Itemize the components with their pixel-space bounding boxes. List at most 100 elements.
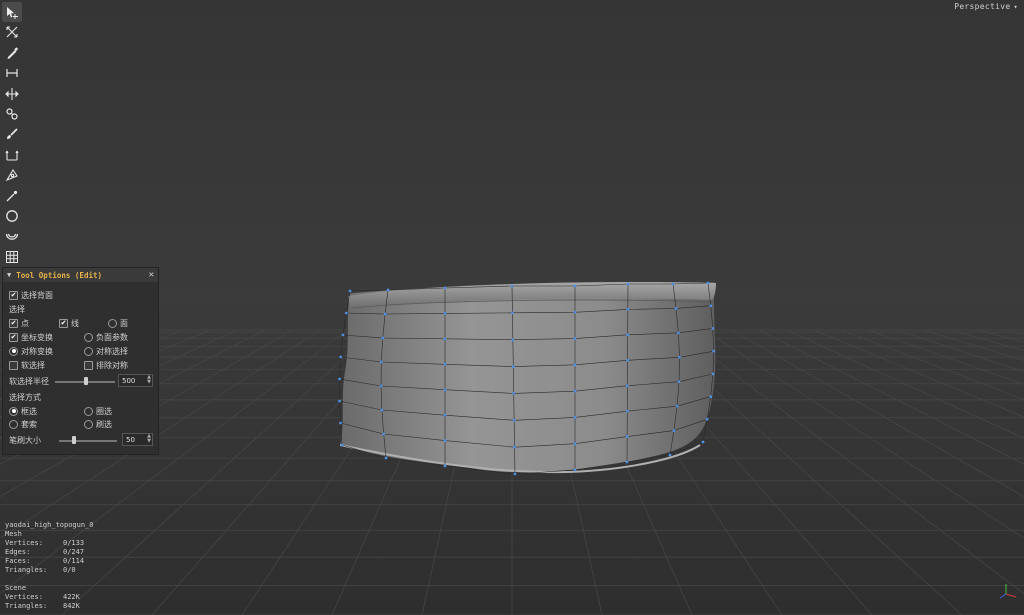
brush-size-label: 笔刷大小 [9,435,41,445]
mesh-vertex [511,338,515,342]
brush-size-input[interactable]: 50 ▲ ▼ [122,433,153,446]
checkbox-empty-icon [84,360,93,370]
left-toolbar [2,2,22,267]
mesh-vertex [573,389,577,393]
knife-icon[interactable] [2,186,22,206]
checkbox-check-icon: ✔ [9,332,18,342]
mesh-vertex [384,456,388,460]
mesh-vertex [510,284,514,288]
mesh-vertex [383,312,387,316]
mesh-vertex [626,333,630,337]
mesh-vertex [674,307,678,310]
mesh-vertex [443,439,447,442]
mesh-vertex [382,432,386,436]
checkbox-check-icon: ✔ [59,318,68,328]
soft-select-checkbox[interactable]: 软选择 [9,359,45,371]
move-icon[interactable] [2,84,22,104]
spinner-arrows-icon[interactable]: ▲ ▼ [147,434,151,444]
mesh-vertex [706,281,710,285]
mesh-vertex [381,336,385,340]
grid-line [868,329,1024,385]
exclude-sym-checkbox[interactable]: 排除对称 [84,359,128,371]
measure-icon[interactable] [2,63,22,83]
soft-radius-slider-handle[interactable] [84,377,89,385]
transform-icon[interactable] [2,22,22,42]
point-checkbox[interactable]: ✔ 点 [9,317,29,329]
mesh-vertex [338,399,341,403]
mesh-vertex [573,442,577,446]
radio-empty-icon [108,318,117,328]
select-section-label: 选择 [9,304,25,314]
mesh-vertex [348,289,352,293]
grid-line [676,329,1024,595]
radio-selected-icon [9,406,18,416]
mesh-vertex [573,337,577,340]
grid-line [731,329,1024,497]
camera-menu[interactable]: Perspective ▾ [954,2,1018,11]
mesh-vertex [339,355,343,359]
negative-param-checkbox[interactable]: 负面参数 [84,331,128,343]
brush-size-slider-handle[interactable] [71,436,76,444]
mesh-vertex [712,349,716,353]
brush-select-radio[interactable]: 刷选 [84,418,112,430]
select-arrow-icon[interactable] [2,2,22,22]
mesh-vertex [380,408,384,412]
face-radio[interactable]: 面 [108,317,128,329]
spinner-arrows-icon[interactable]: ▲ ▼ [147,375,151,385]
grid-line [978,329,1024,343]
mesh-vertex [344,311,348,315]
grid-line [813,329,1024,418]
select-mode-label: 选择方式 [9,392,41,402]
mesh-vertex [443,413,447,417]
brush-size-slider[interactable] [59,440,117,442]
mesh-object [338,281,716,476]
mesh-vertex [705,417,709,421]
soft-radius-label: 软选择半径 [9,376,49,386]
grid-line [786,329,1024,439]
grid-icon[interactable] [2,247,22,267]
select-back-checkbox[interactable]: ✔ 选择背面 [9,289,53,301]
lasso-radio[interactable]: 套索 [9,418,37,430]
circle-icon[interactable] [2,206,22,226]
mesh-vertex [379,384,383,388]
panel-header[interactable]: ▼ Tool Options (Edit) ✕ [3,268,158,282]
mesh-vertex [443,388,447,392]
stat-row: Triangles: 842K [5,602,80,610]
brush-icon[interactable] [2,124,22,144]
grid-line [923,329,1024,361]
mesh-vertex [626,358,629,362]
panel-title: Tool Options (Edit) [16,270,103,280]
mesh-vertex [340,443,344,447]
mesh-stats: yaodai_high_topogun_0 Mesh Vertices: 0/13… [5,521,94,611]
mesh-vertex [443,362,447,366]
bowl-icon[interactable] [2,226,22,246]
object-name: yaodai_high_topogun_0 [5,521,94,529]
paint-pencil-icon[interactable] [2,43,22,63]
scale-icon[interactable] [2,145,22,165]
mesh-vertex [671,282,675,286]
mesh-vertex [711,327,715,330]
close-icon[interactable]: ✕ [149,270,154,280]
coord-transform-checkbox[interactable]: ✔ 坐标变换 [9,331,53,343]
chain-link-icon[interactable] [2,104,22,124]
camera-label: Perspective [954,2,1011,11]
mesh-vertex [513,445,516,449]
mesh-vertex [573,468,577,472]
sym-select-radio[interactable]: 对称选择 [84,345,128,357]
circle-select-radio[interactable]: 圈选 [84,405,112,417]
soft-radius-input[interactable]: 500 ▲ ▼ [118,374,153,387]
mesh-vertex [513,472,517,476]
radio-empty-icon [84,419,93,429]
mesh-vertex [701,440,705,444]
mesh-vertex [573,310,577,314]
stat-row: Edges: 0/247 [5,548,85,556]
collapse-triangle-icon[interactable]: ▼ [7,271,11,279]
line-checkbox[interactable]: ✔ 线 [59,317,79,329]
pen-nib-icon[interactable] [2,165,22,185]
mesh-vertex [626,308,630,311]
box-select-radio[interactable]: 框选 [9,405,37,417]
grid-line [950,329,1024,352]
checkbox-empty-icon [9,360,18,370]
sym-transform-radio[interactable]: 对称变换 [9,345,53,357]
mesh-vertex [626,282,630,286]
